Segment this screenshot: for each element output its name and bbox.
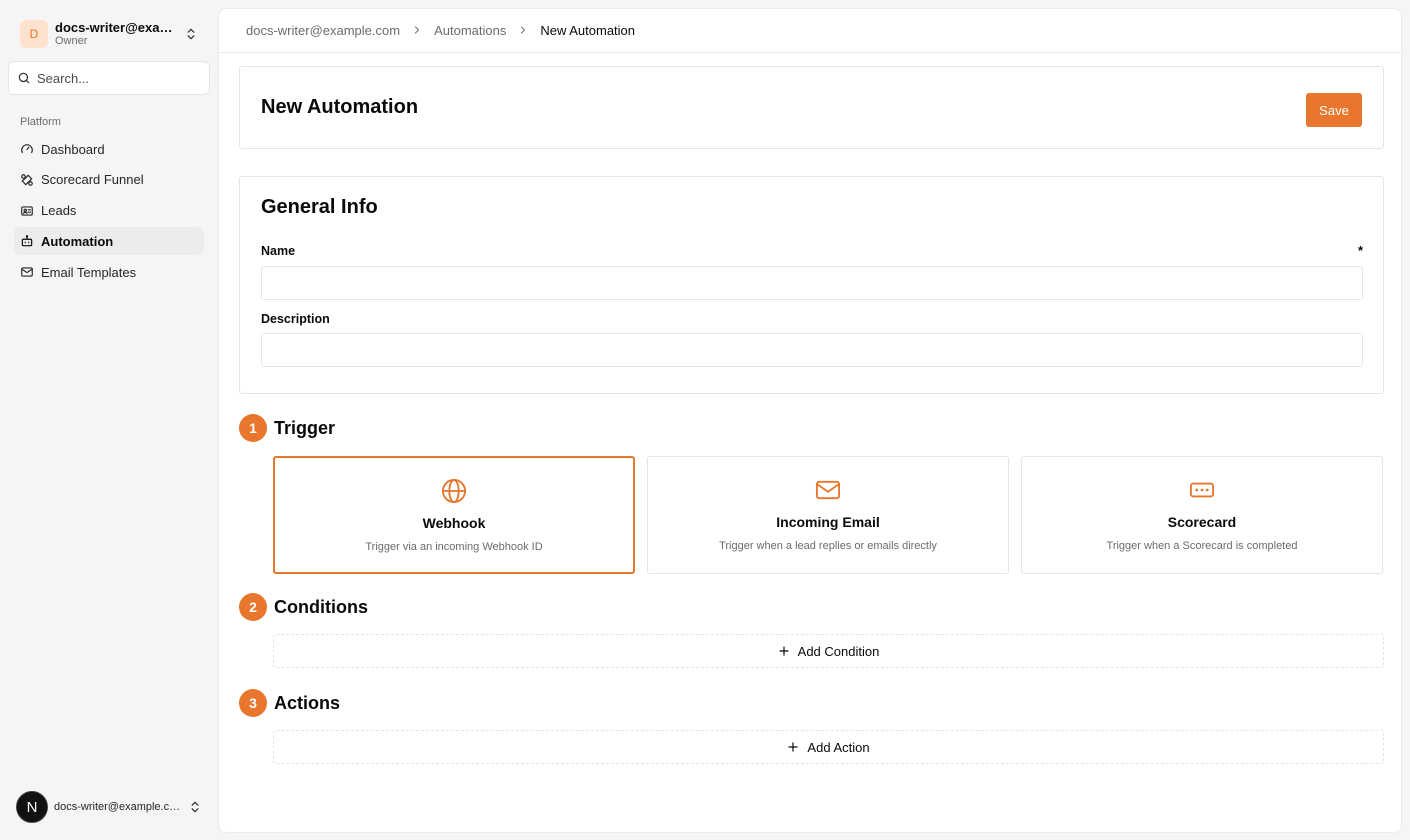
step-number-badge: 2 bbox=[239, 593, 267, 621]
chevron-right-icon bbox=[517, 24, 529, 36]
account-switcher[interactable]: D docs-writer@example.com Owner bbox=[8, 12, 210, 56]
page-title: New Automation bbox=[261, 96, 419, 118]
scorecard-funnel-icon bbox=[21, 173, 33, 186]
main-panel: docs-writer@example.com Automations New … bbox=[218, 8, 1402, 833]
add-condition-button[interactable]: Add Condition bbox=[273, 634, 1384, 668]
general-info-card: General Info Name * Description bbox=[239, 176, 1384, 394]
user-email: docs-writer@example.com bbox=[54, 801, 184, 813]
description-label: Description bbox=[261, 312, 330, 326]
search-box[interactable] bbox=[8, 61, 210, 95]
sidebar: D docs-writer@example.com Owner Platform… bbox=[0, 0, 218, 840]
save-button[interactable]: Save bbox=[1306, 93, 1362, 127]
sidebar-item-label: Dashboard bbox=[41, 141, 105, 157]
sidebar-item-label: Automation bbox=[41, 233, 114, 249]
add-action-label: Add Action bbox=[807, 739, 870, 755]
trigger-name: Incoming Email bbox=[776, 514, 880, 530]
search-icon bbox=[18, 72, 30, 84]
plus-icon bbox=[779, 646, 789, 656]
chevrons-up-down-icon bbox=[187, 28, 195, 40]
trigger-description: Trigger when a lead replies or emails di… bbox=[719, 540, 937, 552]
trigger-description: Trigger when a Scorecard is completed bbox=[1106, 540, 1298, 552]
sidebar-item-label: Scorecard Funnel bbox=[41, 172, 144, 188]
sidebar-item-label: Email Templates bbox=[41, 264, 137, 280]
sidebar-item-leads[interactable]: Leads bbox=[14, 197, 204, 225]
description-field[interactable] bbox=[261, 333, 1363, 367]
breadcrumb-item-current: New Automation bbox=[540, 22, 636, 38]
globe-icon bbox=[441, 478, 467, 504]
gauge-icon bbox=[21, 144, 33, 154]
add-action-button[interactable]: Add Action bbox=[273, 730, 1384, 764]
sidebar-nav: Dashboard Scorecard Funnel Leads Automat… bbox=[14, 135, 204, 289]
account-role: Owner bbox=[55, 35, 88, 47]
step-number-badge: 3 bbox=[239, 689, 267, 717]
required-mark: * bbox=[1357, 243, 1363, 258]
sidebar-group-label: Platform bbox=[20, 116, 61, 128]
trigger-option-scorecard[interactable]: Scorecard Trigger when a Scorecard is co… bbox=[1021, 456, 1383, 574]
name-field[interactable] bbox=[261, 266, 1363, 300]
breadcrumb: docs-writer@example.com Automations New … bbox=[246, 21, 635, 39]
breadcrumb-item-account[interactable]: docs-writer@example.com bbox=[246, 23, 400, 38]
chevrons-up-down-icon bbox=[191, 801, 199, 813]
avatar: N bbox=[16, 791, 48, 823]
chevron-right-icon bbox=[411, 24, 423, 36]
sidebar-item-label: Leads bbox=[41, 203, 77, 219]
page-header-card: New Automation Save bbox=[239, 66, 1384, 149]
sidebar-item-email-templates[interactable]: Email Templates bbox=[14, 258, 204, 286]
sidebar-item-automation[interactable]: Automation bbox=[14, 227, 204, 256]
general-info-title: General Info bbox=[261, 196, 378, 218]
rectangle-ellipsis-icon bbox=[1189, 482, 1215, 498]
trigger-option-incoming-email[interactable]: Incoming Email Trigger when a lead repli… bbox=[647, 456, 1009, 574]
user-menu[interactable]: N docs-writer@example.com bbox=[8, 790, 210, 824]
header-divider bbox=[219, 52, 1401, 53]
account-name: docs-writer@example.com bbox=[55, 20, 180, 35]
trigger-description: Trigger via an incoming Webhook ID bbox=[365, 541, 543, 553]
conditions-step-title: Conditions bbox=[274, 596, 368, 617]
name-label: Name bbox=[261, 244, 296, 258]
search-input[interactable] bbox=[37, 70, 197, 86]
breadcrumb-item-automations[interactable]: Automations bbox=[434, 23, 506, 38]
account-avatar: D bbox=[20, 20, 48, 48]
mail-icon bbox=[815, 480, 841, 500]
trigger-name: Webhook bbox=[422, 515, 486, 531]
conditions-step-header: 2 Conditions bbox=[239, 593, 368, 621]
sidebar-item-scorecard-funnel[interactable]: Scorecard Funnel bbox=[14, 166, 204, 194]
bot-icon bbox=[21, 235, 33, 247]
trigger-option-webhook[interactable]: Webhook Trigger via an incoming Webhook … bbox=[273, 456, 635, 574]
trigger-name: Scorecard bbox=[1167, 514, 1237, 530]
add-condition-label: Add Condition bbox=[797, 643, 880, 659]
mail-icon bbox=[21, 267, 33, 277]
step-number-badge: 1 bbox=[239, 414, 267, 442]
id-card-icon bbox=[21, 205, 33, 216]
trigger-step-title: Trigger bbox=[274, 417, 336, 438]
trigger-step-header: 1 Trigger bbox=[239, 414, 335, 442]
sidebar-item-dashboard[interactable]: Dashboard bbox=[14, 135, 204, 163]
actions-step-header: 3 Actions bbox=[239, 689, 340, 717]
actions-step-title: Actions bbox=[274, 692, 341, 713]
plus-icon bbox=[788, 742, 799, 752]
